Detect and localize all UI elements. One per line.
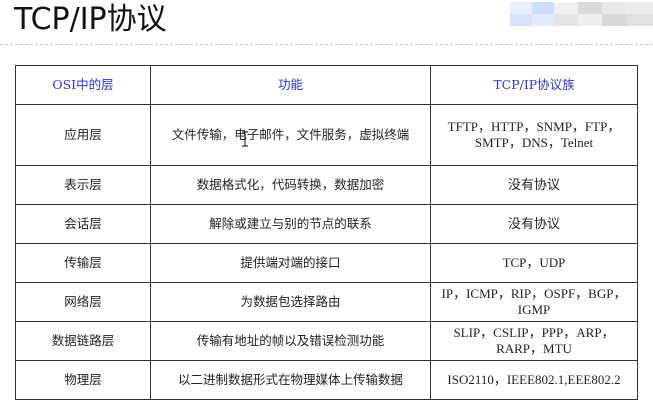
function-cell: 提供端对端的接口 [150,243,431,283]
protocols-cell: TFTP，HTTP，SNMP，FTP，SMTP，DNS，Telnet [430,104,638,166]
function-cell: 解除或建立与别的节点的联系 [150,204,431,244]
function-cell: 文件传输，电子邮件，文件服务，虚拟终端 [150,104,431,166]
table-row: 网络层 为数据包选择路由 IP，ICMP，RIP，OSPF，BGP，IGMP [15,282,638,322]
blurred-logo-image [510,2,653,28]
table-row: 会话层 解除或建立与别的节点的联系 没有协议 [15,204,638,244]
header-osi-layer: OSI中的层 [15,65,151,105]
protocols-cell: IP，ICMP，RIP，OSPF，BGP，IGMP [430,282,638,322]
protocols-cell: ISO2110，IEEE802.1,EEE802.2 [430,360,638,400]
layer-cell: 数据链路层 [15,321,151,361]
function-cell: 以二进制数据形式在物理媒体上传输数据 [150,360,431,400]
header-tcpip-protocols: TCP/IP协议族 [430,65,638,105]
slide-title: TCP/IP协议 [14,2,167,37]
protocols-cell: SLIP，CSLIP，PPP，ARP，RARP，MTU [430,321,638,361]
table-row: 数据链路层 传输有地址的帧以及错误检测功能 SLIP，CSLIP，PPP，ARP… [15,321,638,361]
layer-cell: 会话层 [15,204,151,244]
layer-cell: 表示层 [15,165,151,205]
table-row: 物理层 以二进制数据形式在物理媒体上传输数据 ISO2110，IEEE802.1… [15,360,638,400]
text-cursor-icon [242,131,248,147]
protocols-cell: 没有协议 [430,165,638,205]
osi-tcpip-table: OSI中的层 功能 TCP/IP协议族 应用层 文件传输，电子邮件，文件服务，虚… [15,65,638,400]
protocols-cell: 没有协议 [430,204,638,244]
layer-cell: 物理层 [15,360,151,400]
table-row: 应用层 文件传输，电子邮件，文件服务，虚拟终端 TFTP，HTTP，SNMP，F… [15,104,638,166]
function-cell: 为数据包选择路由 [150,282,431,322]
layer-cell: 传输层 [15,243,151,283]
layer-cell: 应用层 [15,104,151,166]
header-function: 功能 [150,65,431,105]
layer-cell: 网络层 [15,282,151,322]
protocols-cell: TCP，UDP [430,243,638,283]
table-row: 传输层 提供端对端的接口 TCP，UDP [15,243,638,283]
function-cell: 传输有地址的帧以及错误检测功能 [150,321,431,361]
table-row: 表示层 数据格式化，代码转换，数据加密 没有协议 [15,165,638,205]
table-header-row: OSI中的层 功能 TCP/IP协议族 [15,65,638,105]
title-divider [0,44,653,45]
function-cell: 数据格式化，代码转换，数据加密 [150,165,431,205]
